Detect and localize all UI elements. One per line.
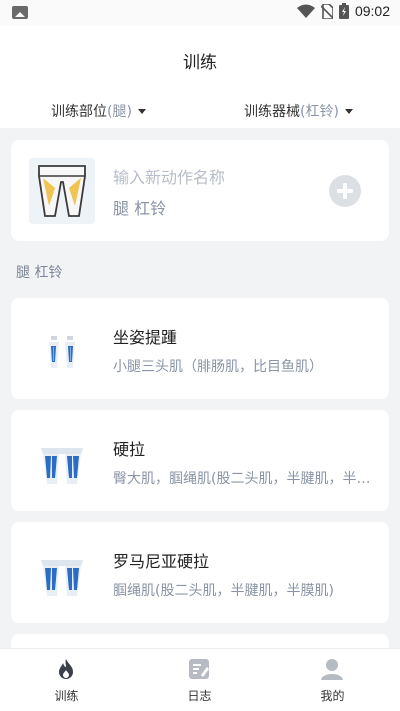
equipment-filter[interactable]: 训练器械 (杠铃) bbox=[244, 101, 353, 121]
caret-down-icon bbox=[344, 108, 353, 114]
exercise-name: 罗马尼亚硬拉 bbox=[113, 552, 210, 571]
section-label: 腿 杠铃 bbox=[16, 265, 63, 281]
leg-muscle-icon bbox=[41, 560, 83, 596]
notepad-edit-icon bbox=[189, 659, 209, 679]
tab-label: 训练 bbox=[54, 689, 79, 703]
exercise-muscles: 小腿三头肌（腓肠肌，比目鱼肌） bbox=[113, 359, 323, 375]
new-action-name-input[interactable]: 输入新动作名称 bbox=[113, 164, 225, 188]
body-part-value: (腿) bbox=[107, 104, 132, 120]
tab-training[interactable]: 训练 bbox=[0, 649, 133, 711]
tab-log[interactable]: 日志 bbox=[133, 649, 266, 711]
battery-charging-icon bbox=[338, 3, 349, 19]
new-action-tags: 腿 杠铃 bbox=[113, 199, 167, 218]
user-icon bbox=[321, 659, 343, 680]
body-part-label: 训练部位 bbox=[51, 104, 107, 120]
leg-muscle-icon bbox=[41, 448, 83, 484]
tab-label: 日志 bbox=[187, 689, 212, 703]
page-title: 训练 bbox=[183, 53, 217, 73]
exercise-card[interactable]: 坐姿提踵 小腿三头肌（腓肠肌，比目鱼肌） bbox=[11, 298, 389, 399]
exercise-name: 坐姿提踵 bbox=[113, 328, 178, 347]
clock: 09:02 bbox=[354, 3, 390, 19]
caret-down-icon bbox=[137, 108, 146, 114]
leg-muscle-thumbnail bbox=[29, 158, 95, 224]
status-bar: 09:02 bbox=[0, 0, 400, 26]
add-action-button[interactable] bbox=[329, 175, 361, 207]
bottom-tab-bar: 训练 日志 我的 bbox=[0, 648, 400, 711]
equipment-label: 训练器械 bbox=[244, 104, 300, 120]
gallery-notification-icon bbox=[12, 6, 28, 19]
top-header: 训练 训练部位 (腿) 训练器械 (杠铃) bbox=[0, 26, 400, 128]
body-part-filter[interactable]: 训练部位 (腿) bbox=[51, 101, 146, 121]
no-sim-icon bbox=[320, 3, 333, 19]
flame-icon bbox=[59, 659, 73, 679]
tab-label: 我的 bbox=[320, 689, 345, 703]
wifi-icon bbox=[296, 4, 315, 18]
exercise-card[interactable]: 硬拉 臀大肌，腘绳肌(股二头肌，半腱肌，半膜肌) bbox=[11, 410, 389, 511]
equipment-value: (杠铃) bbox=[300, 104, 339, 120]
exercise-muscles: 臀大肌，腘绳肌(股二头肌，半腱肌，半膜肌) bbox=[113, 471, 375, 487]
calf-muscle-icon bbox=[49, 336, 75, 368]
exercise-name: 硬拉 bbox=[113, 440, 146, 459]
exercise-card[interactable]: 罗马尼亚硬拉 腘绳肌(股二头肌，半腱肌，半膜肌) bbox=[11, 522, 389, 623]
tab-profile[interactable]: 我的 bbox=[266, 649, 399, 711]
exercise-muscles: 腘绳肌(股二头肌，半腱肌，半膜肌) bbox=[113, 583, 334, 599]
new-action-card: 输入新动作名称 腿 杠铃 bbox=[11, 140, 389, 241]
